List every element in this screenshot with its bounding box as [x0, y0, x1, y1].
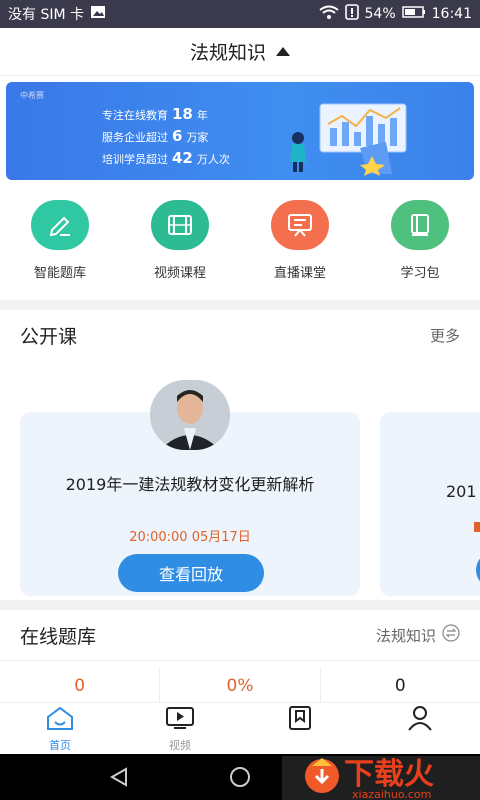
question-bank-header: 在线题库 法规知识	[0, 610, 480, 660]
tab-home[interactable]: 首页	[0, 703, 120, 754]
banner-line1-suffix: 年	[196, 109, 208, 122]
caret-up-icon	[276, 47, 290, 56]
clock: 16:41	[431, 6, 472, 22]
entry-label: 直播课堂	[273, 266, 326, 281]
screen-icon	[271, 200, 329, 250]
tv-play-icon	[165, 705, 195, 735]
open-course-header: 公开课 更多	[0, 310, 480, 360]
entry-label: 视频课程	[153, 266, 206, 281]
user-icon	[407, 705, 433, 735]
stat-value: 0	[74, 675, 86, 696]
page-title: 法规知识	[189, 42, 266, 64]
sim-alert-icon	[344, 4, 359, 24]
banner-line2-num: 6	[172, 127, 183, 145]
home-circle-icon[interactable]	[228, 766, 252, 792]
course-carousel[interactable]: 2019年一建法规教材变化更新解析 20:00:00 05月17日 查看回放 2…	[0, 360, 480, 600]
banner-brand: 中希赛	[20, 91, 44, 100]
question-stats: 0 0% 0	[0, 660, 480, 702]
watermark-logo: 下载火 xiazaihuo.com	[282, 756, 480, 800]
entry-label: 学习包	[400, 266, 440, 281]
film-icon	[151, 200, 209, 250]
course-time: 20:00:00 05月17日	[129, 530, 251, 545]
replay-button[interactable]: 查看回放	[118, 554, 264, 592]
svg-text:下载火: 下载火	[344, 757, 434, 792]
main-content[interactable]: 中希赛 专注在线教育 18 年 服务企业超过 6 万家 培训学员超过 42 万人次	[0, 76, 480, 702]
svg-text:xiazaihuo.com: xiazaihuo.com	[352, 788, 431, 800]
home-icon	[45, 705, 75, 735]
back-icon[interactable]	[108, 766, 130, 792]
book-icon	[391, 200, 449, 250]
replay-button-next[interactable]	[476, 552, 480, 588]
switch-subject[interactable]: 法规知识	[376, 624, 460, 646]
status-bar: 没有 SIM 卡 54% 16:41	[0, 0, 480, 28]
entry-live-class[interactable]: 直播课堂	[245, 200, 355, 282]
banner-line2-suffix: 万家	[186, 131, 209, 144]
subject-label: 法规知识	[375, 626, 436, 645]
battery-percent: 54%	[364, 6, 396, 22]
divider	[0, 300, 480, 310]
teacher-avatar	[150, 380, 230, 450]
entry-study-pack[interactable]: 学习包	[365, 200, 475, 282]
banner-line3-suffix: 万人次	[196, 153, 230, 166]
question-bank-section: 在线题库 法规知识 0 0% 0	[0, 610, 480, 702]
switch-icon	[442, 624, 460, 646]
banner-line1-num: 18	[172, 105, 193, 123]
pencil-icon	[31, 200, 89, 250]
stat-value: 0%	[159, 668, 319, 702]
banner-line1-prefix: 专注在线教育	[102, 109, 168, 122]
course-card-next[interactable]: 201	[380, 412, 480, 596]
wifi-icon	[318, 5, 339, 23]
open-course-section: 公开课 更多 2019年一建法规教材变化更新解析 20:00:00 05月17日…	[0, 310, 480, 600]
stat-value: 0	[319, 668, 480, 702]
promo-banner[interactable]: 中希赛 专注在线教育 18 年 服务企业超过 6 万家 培训学员超过 42 万人次	[6, 82, 474, 180]
banner-line3-prefix: 培训学员超过	[102, 153, 168, 166]
tab-label: 视频	[169, 739, 191, 752]
image-notification-icon	[90, 5, 106, 23]
divider	[0, 600, 480, 610]
banner-line2-prefix: 服务企业超过	[102, 131, 168, 144]
entry-video-course[interactable]: 视频课程	[125, 200, 235, 282]
entry-label: 智能题库	[33, 266, 86, 281]
section-title: 在线题库	[20, 625, 97, 648]
course-title: 2019年一建法规教材变化更新解析	[65, 475, 315, 494]
tab-video[interactable]: 视频	[120, 703, 240, 754]
course-title-next: 201	[446, 482, 477, 501]
tab-label: 首页	[49, 739, 71, 752]
subject-selector[interactable]: 法规知识	[0, 28, 480, 76]
course-time-next	[474, 522, 480, 532]
section-title: 公开课	[20, 325, 78, 348]
banner-text: 专注在线教育 18 年 服务企业超过 6 万家 培训学员超过 42 万人次	[102, 104, 230, 170]
battery-icon	[401, 6, 426, 22]
quick-entries: 智能题库 视频课程 直播课堂 学习包	[0, 188, 480, 300]
carrier-text: 没有 SIM 卡	[8, 7, 84, 23]
bookmark-icon	[287, 705, 313, 735]
entry-smart-bank[interactable]: 智能题库	[5, 200, 115, 282]
banner-illustration	[290, 103, 407, 176]
more-link[interactable]: 更多	[430, 325, 460, 346]
banner-line3-num: 42	[172, 149, 193, 167]
banner-section: 中希赛 专注在线教育 18 年 服务企业超过 6 万家 培训学员超过 42 万人次	[0, 76, 480, 188]
